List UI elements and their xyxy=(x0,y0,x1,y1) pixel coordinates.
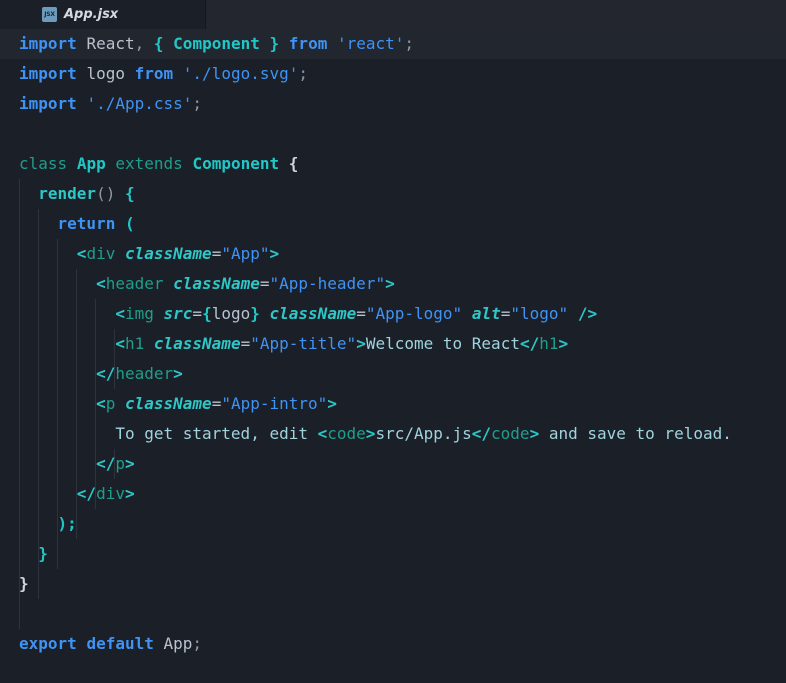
code-line[interactable]: render() { xyxy=(0,179,786,209)
code-line[interactable]: </div> xyxy=(0,479,786,509)
tab-app-jsx[interactable]: JSX App.jsx xyxy=(0,0,206,29)
code-line[interactable]: } xyxy=(0,569,786,599)
code-line[interactable]: </header> xyxy=(0,359,786,389)
code-line[interactable]: ); xyxy=(0,509,786,539)
editor-tab-bar: JSX App.jsx xyxy=(0,0,786,29)
code-line[interactable]: <img src={logo} className="App-logo" alt… xyxy=(0,299,786,329)
code-line[interactable]: import './App.css'; xyxy=(0,89,786,119)
code-content[interactable]: import React, { Component } from 'react'… xyxy=(0,29,786,659)
jsx-file-icon: JSX xyxy=(42,7,57,22)
code-line[interactable] xyxy=(0,119,786,149)
code-line[interactable]: export default App; xyxy=(0,629,786,659)
code-line[interactable]: <div className="App"> xyxy=(0,239,786,269)
code-line[interactable]: <h1 className="App-title">Welcome to Rea… xyxy=(0,329,786,359)
code-line[interactable]: import logo from './logo.svg'; xyxy=(0,59,786,89)
code-line[interactable]: } xyxy=(0,539,786,569)
code-line[interactable]: To get started, edit <code>src/App.js</c… xyxy=(0,419,786,449)
code-line[interactable] xyxy=(0,599,786,629)
tab-bar-empty-space xyxy=(206,0,786,29)
code-line[interactable]: <p className="App-intro"> xyxy=(0,389,786,419)
code-line[interactable]: return ( xyxy=(0,209,786,239)
code-line[interactable]: class App extends Component { xyxy=(0,149,786,179)
code-line[interactable]: import React, { Component } from 'react'… xyxy=(0,29,786,59)
code-line[interactable]: </p> xyxy=(0,449,786,479)
tab-label: App.jsx xyxy=(64,7,119,22)
code-line[interactable]: <header className="App-header"> xyxy=(0,269,786,299)
code-editor-pane[interactable]: import React, { Component } from 'react'… xyxy=(0,29,786,683)
